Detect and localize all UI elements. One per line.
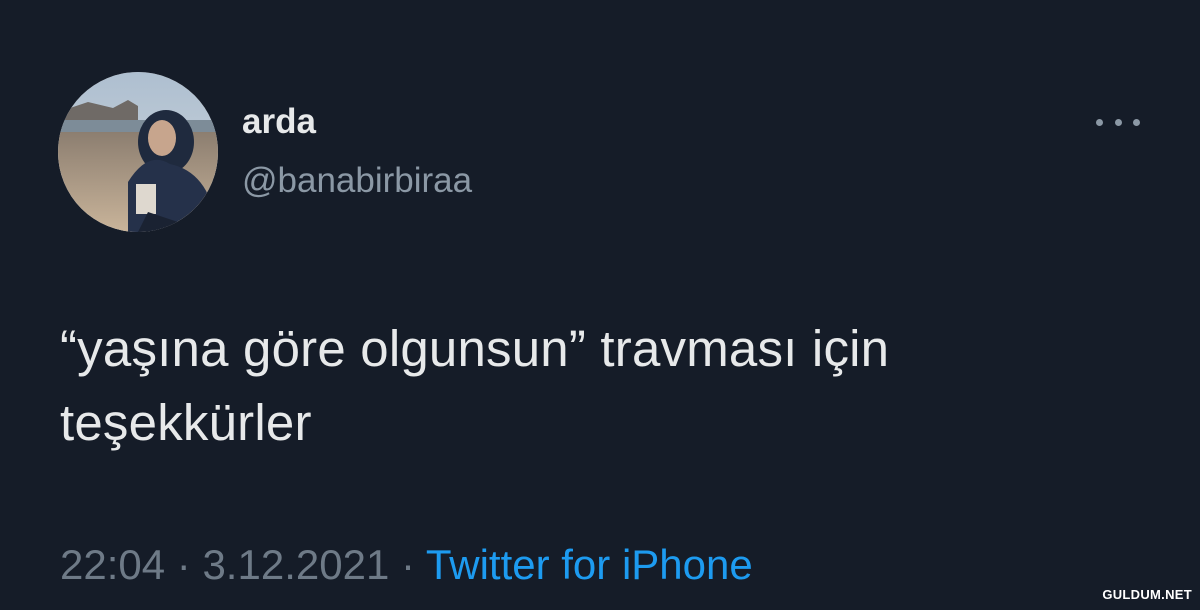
tweet-date[interactable]: 3.12.2021	[202, 541, 389, 588]
tweet-text-line: teşekkürler	[60, 394, 312, 451]
dot	[1133, 118, 1140, 126]
dot	[1114, 118, 1122, 126]
dot	[1096, 118, 1103, 126]
tweet-text: “yaşına göre olgunsun” travması için teş…	[60, 312, 1160, 460]
tweet-time[interactable]: 22:04	[60, 541, 165, 588]
tweet-meta: 22:04 · 3.12.2021 · Twitter for iPhone	[60, 544, 753, 586]
more-horizontal-icon[interactable]	[1096, 112, 1140, 132]
avatar[interactable]	[58, 72, 218, 232]
separator: ·	[176, 541, 191, 588]
watermark: GULDUM.NET	[1102, 587, 1192, 602]
separator: ·	[400, 541, 415, 588]
tweet-card: arda @banabirbiraa “yaşına göre olgunsun…	[0, 0, 1200, 610]
display-name[interactable]: arda	[242, 104, 316, 139]
tweet-source-link[interactable]: Twitter for iPhone	[426, 541, 753, 588]
user-handle[interactable]: @banabirbiraa	[242, 163, 472, 198]
avatar-photo	[58, 72, 218, 232]
tweet-text-line: “yaşına göre olgunsun” travması için	[60, 320, 890, 377]
